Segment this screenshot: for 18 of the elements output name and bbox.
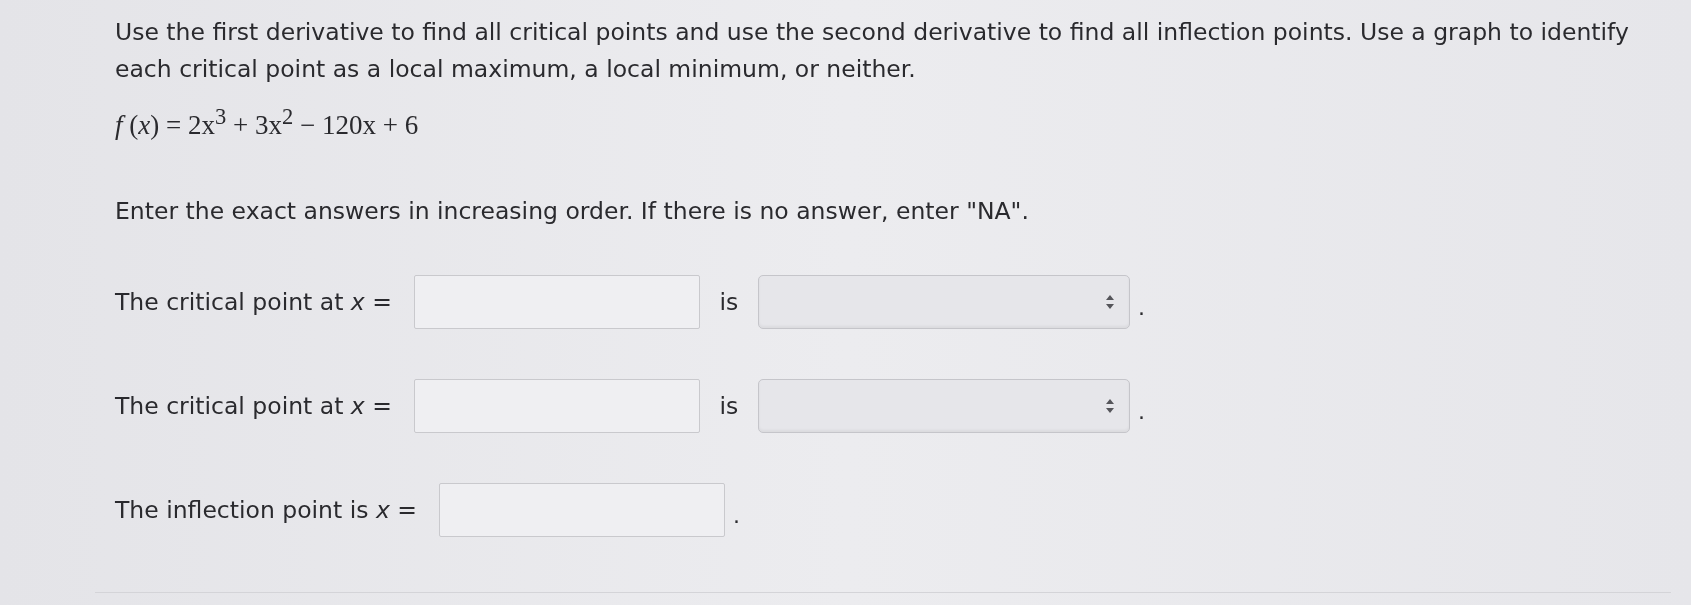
answer-input[interactable] [413,275,700,329]
question-label: The critical point at x = [115,391,392,422]
instructions-note: Enter the exact answers in increasing order. If there is no answer, enter "NA". [115,196,1030,227]
connector-text: is [718,392,740,420]
period-text: . [733,503,740,530]
period-text: . [1137,399,1145,426]
answer-input[interactable] [439,483,725,537]
question-label: The inflection point is x = [115,495,417,526]
period-text: . [1137,295,1145,322]
function-equation: f (x) = 2x$^{3}$ + 3x$^{2}$ − 120x + 6 [115,104,420,141]
instructions-text: Use the first derivative to find all critical points and use the second derivative to find all inflection points. Use a graph to identify each critical point as a local maximum, a local minimum, or neither. [115,17,1630,85]
classification-select[interactable] [757,379,1130,433]
question-label: The critical point at x = [115,287,392,318]
up-down-caret-icon [1104,398,1115,414]
up-down-caret-icon [1104,294,1115,310]
classification-select[interactable] [757,275,1130,329]
answer-input[interactable] [413,379,700,433]
connector-text: is [718,288,740,316]
